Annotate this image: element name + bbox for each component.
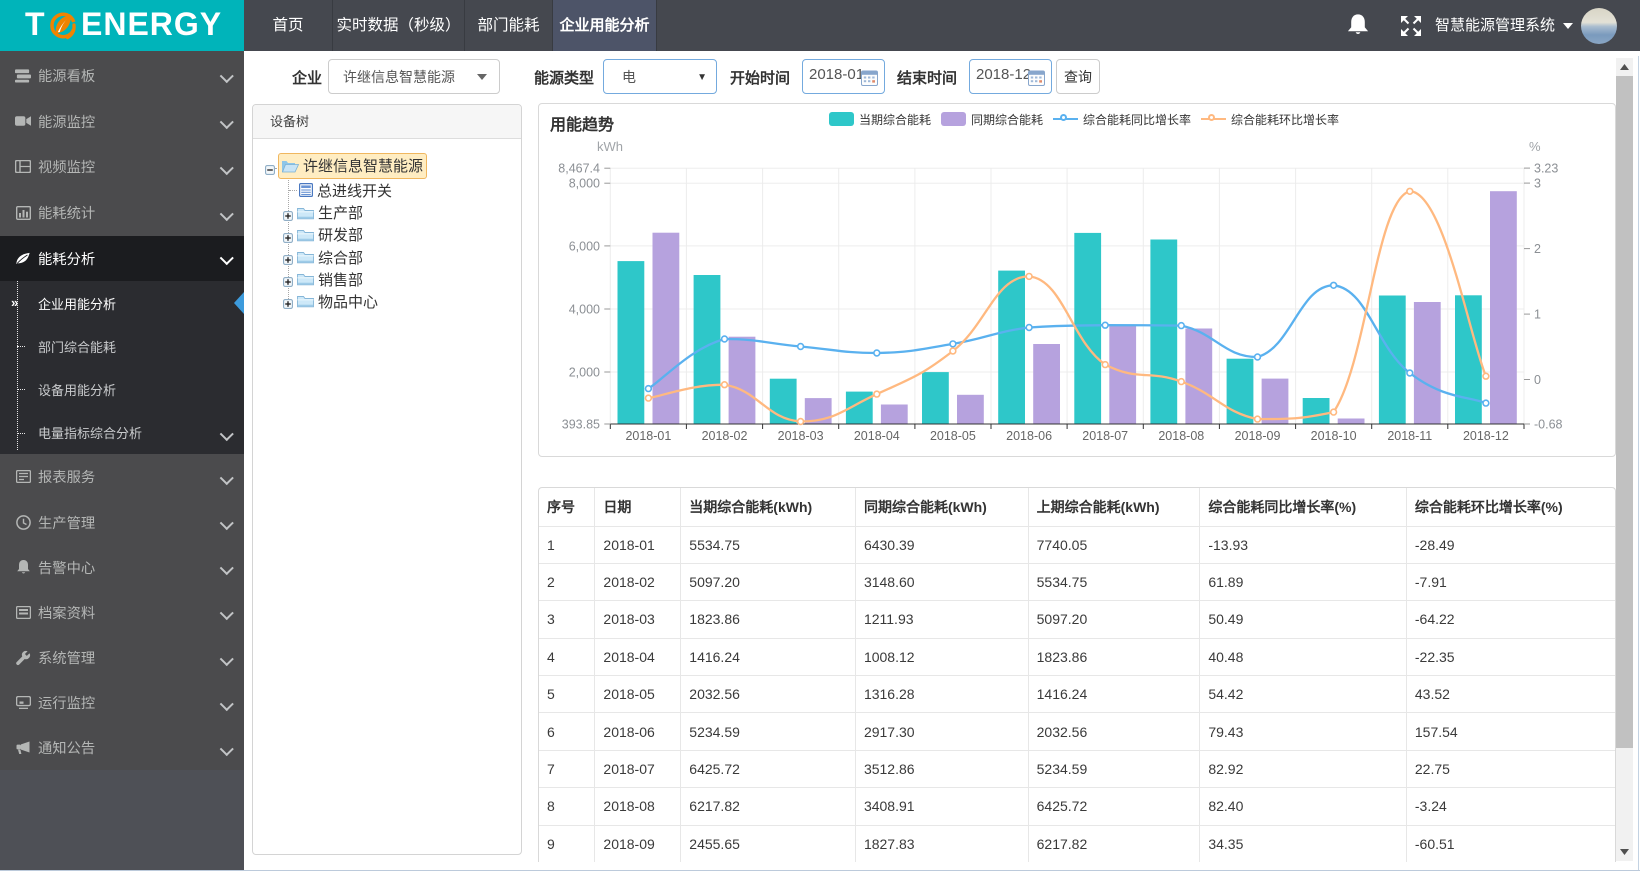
svg-text:8,000: 8,000 xyxy=(569,177,600,191)
svg-text:2018-09: 2018-09 xyxy=(1235,429,1281,443)
svg-text:8,467.4: 8,467.4 xyxy=(558,162,600,176)
svg-text:2: 2 xyxy=(1534,242,1541,256)
svg-text:kWh: kWh xyxy=(597,139,623,154)
svg-text:%: % xyxy=(1529,139,1541,154)
svg-text:2018-12: 2018-12 xyxy=(1463,429,1509,443)
svg-text:2018-05: 2018-05 xyxy=(930,429,976,443)
svg-text:2018-10: 2018-10 xyxy=(1311,429,1357,443)
svg-text:2018-01: 2018-01 xyxy=(625,429,671,443)
svg-text:2018-08: 2018-08 xyxy=(1158,429,1204,443)
svg-text:2018-11: 2018-11 xyxy=(1387,429,1432,443)
svg-text:0: 0 xyxy=(1534,373,1541,387)
svg-text:2018-07: 2018-07 xyxy=(1082,429,1128,443)
svg-text:2018-04: 2018-04 xyxy=(854,429,900,443)
svg-text:2018-06: 2018-06 xyxy=(1006,429,1052,443)
svg-text:-0.68: -0.68 xyxy=(1534,418,1563,432)
svg-text:3.23: 3.23 xyxy=(1534,162,1558,176)
svg-text:2,000: 2,000 xyxy=(569,366,600,380)
svg-text:4,000: 4,000 xyxy=(569,303,600,317)
svg-text:393.85: 393.85 xyxy=(562,418,600,432)
svg-text:6,000: 6,000 xyxy=(569,239,600,253)
svg-text:2018-03: 2018-03 xyxy=(778,429,824,443)
svg-text:1: 1 xyxy=(1534,308,1541,322)
svg-text:2018-02: 2018-02 xyxy=(702,429,748,443)
svg-text:3: 3 xyxy=(1534,177,1541,191)
